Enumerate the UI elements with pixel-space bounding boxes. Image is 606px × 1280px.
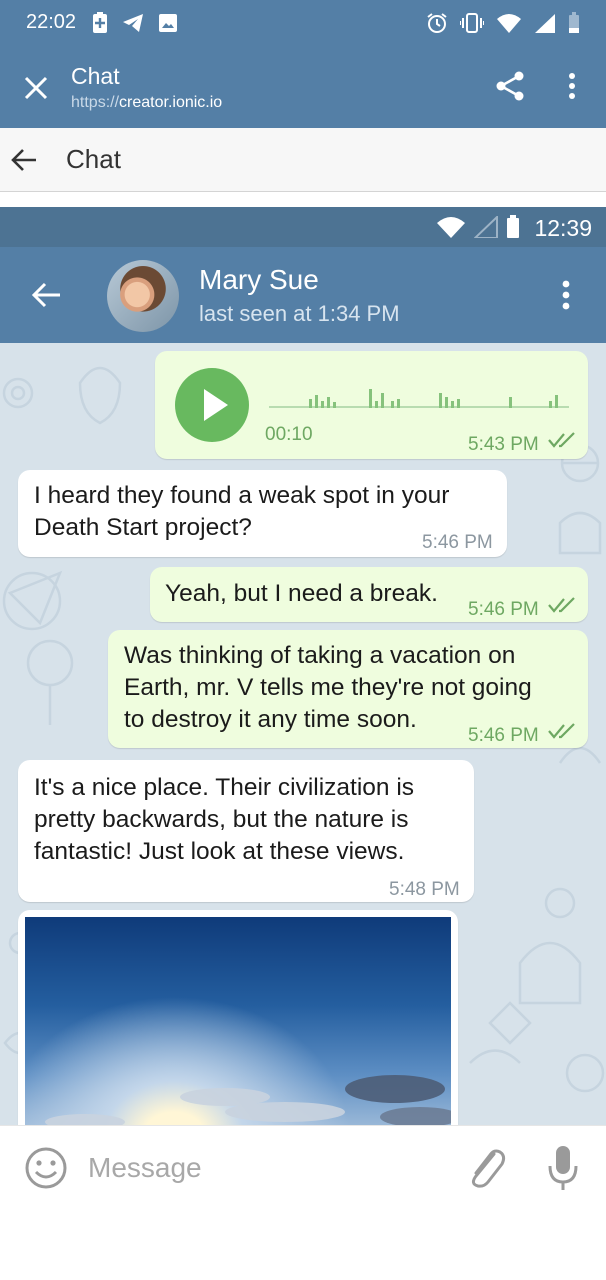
message-text-line: Was thinking of taking a vacation on [124, 642, 516, 669]
share-icon[interactable] [494, 70, 526, 102]
emoji-icon[interactable] [24, 1146, 68, 1190]
contact-last-seen: last seen at 1:34 PM [199, 301, 400, 326]
sky-photo[interactable] [25, 917, 451, 1125]
notification-icons [92, 12, 178, 34]
double-check-icon [548, 723, 575, 739]
inner-status-time: 12:39 [534, 215, 592, 241]
tab-url-scheme: https:// [71, 94, 120, 111]
double-check-icon [548, 432, 575, 448]
inner-status-icons [436, 215, 520, 239]
outgoing-message[interactable]: Was thinking of taking a vacation on Ear… [108, 630, 588, 748]
inner-status-bar: 12:39 [0, 207, 606, 247]
contact-name[interactable]: Mary Sue [199, 264, 319, 296]
message-text-line: fantastic! Just look at these views. [34, 838, 405, 865]
chat-header: Mary Sue last seen at 1:34 PM [0, 247, 606, 343]
tab-url: https://creator.ionic.io [71, 94, 222, 112]
microphone-icon[interactable] [546, 1144, 580, 1192]
vibrate-icon [460, 13, 484, 33]
message-text-line: pretty backwards, but the nature is [34, 806, 409, 833]
battery-icon [569, 12, 579, 33]
battery-saver-icon [93, 12, 107, 33]
incoming-message[interactable]: I heard they found a weak spot in your D… [18, 470, 507, 557]
message-text-line: Death Start project? [34, 514, 252, 541]
battery-icon [507, 215, 519, 238]
message-text-line: Earth, mr. V tells me they're not going [124, 674, 532, 701]
app-toolbar: Chat [0, 128, 606, 192]
wifi-icon [497, 14, 521, 33]
signal-icon [535, 14, 555, 33]
message-text-line: to destroy it any time soon. [124, 706, 417, 733]
message-text-line: Yeah, but I need a break. [165, 580, 438, 607]
alarm-icon [427, 13, 447, 33]
cloud-shapes [45, 1075, 451, 1125]
voice-waveform [269, 389, 569, 408]
close-icon[interactable] [22, 74, 50, 102]
incoming-message[interactable]: It's a nice place. Their civilization is… [18, 760, 474, 902]
double-check-icon [548, 597, 575, 613]
tab-title: Chat [71, 63, 120, 89]
wifi-icon [437, 217, 465, 238]
photo-message[interactable] [18, 910, 458, 1125]
message-input-bar [0, 1125, 606, 1209]
signal-icon [474, 216, 498, 238]
back-arrow-icon[interactable] [30, 279, 62, 311]
status-bar: 22:02 [0, 0, 606, 46]
message-input[interactable] [88, 1146, 448, 1190]
page-title: Chat [66, 144, 121, 174]
play-button[interactable] [175, 368, 249, 442]
avatar[interactable] [107, 260, 179, 332]
message-text-line: It's a nice place. Their civilization is [34, 774, 415, 801]
voice-message[interactable]: 00:10 5:43 PM [155, 351, 588, 459]
outgoing-message[interactable]: Yeah, but I need a break. 5:46 PM [150, 567, 588, 622]
status-time: 22:02 [26, 11, 77, 33]
telegram-icon [123, 14, 143, 32]
more-vert-icon[interactable] [554, 277, 578, 313]
image-icon [159, 14, 177, 32]
back-arrow-icon[interactable] [10, 146, 38, 174]
browser-tab-header: Chat https://creator.ionic.io [0, 46, 606, 128]
system-icons [426, 12, 580, 34]
message-time: 5:46 PM [468, 725, 539, 746]
message-list[interactable]: 00:10 5:43 PM I heard they found a weak … [0, 343, 606, 1125]
message-time: 5:48 PM [389, 879, 460, 900]
tab-url-host: creator.ionic.io [119, 94, 223, 111]
message-time: 5:46 PM [468, 599, 539, 620]
message-time: 5:46 PM [422, 532, 493, 553]
message-text-line: I heard they found a weak spot in your [34, 482, 450, 509]
message-time: 5:43 PM [468, 434, 539, 455]
voice-duration: 00:10 [265, 424, 313, 445]
attach-icon[interactable] [464, 1146, 506, 1190]
more-vert-icon[interactable] [560, 70, 584, 102]
